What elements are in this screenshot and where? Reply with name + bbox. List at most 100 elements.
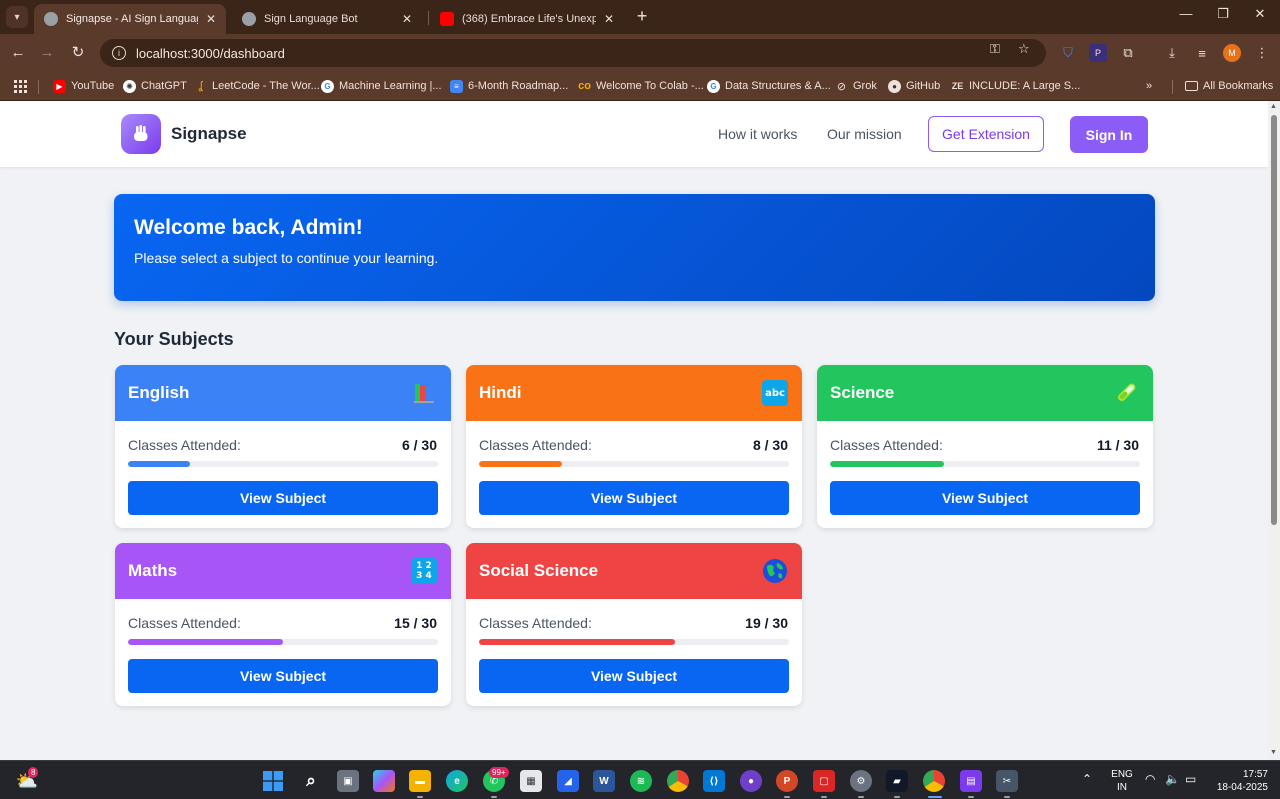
close-icon[interactable]: ✕ <box>604 12 614 26</box>
whatsapp-badge: 99+ <box>489 767 509 778</box>
browser-tab-youtube[interactable]: (368) Embrace Life's Unexpecte ✕ <box>430 4 624 34</box>
battery-icon[interactable]: ▭ <box>1185 773 1196 786</box>
p-extension-icon[interactable]: P <box>1089 44 1107 62</box>
forward-icon[interactable]: → <box>37 43 57 63</box>
progress-fill <box>830 461 944 467</box>
nav-link-how-it-works[interactable]: How it works <box>718 126 797 142</box>
view-subject-button[interactable]: View Subject <box>479 659 789 693</box>
chatgpt-icon: ✺ <box>123 79 136 93</box>
subject-card-social-science: Social Science Classes Attended: 19 / 30… <box>466 543 802 706</box>
address-bar[interactable]: i localhost:3000/dashboard <box>100 39 1046 67</box>
back-icon[interactable]: ← <box>8 43 28 63</box>
all-bookmarks-folder[interactable]: All Bookmarks <box>1185 77 1273 95</box>
shield-extension-icon[interactable]: ⛉ <box>1059 44 1077 62</box>
task-view-icon[interactable]: ▣ <box>337 770 359 792</box>
volume-icon[interactable]: 🔈 <box>1165 773 1180 786</box>
scroll-down-icon[interactable]: ▼ <box>1270 749 1277 756</box>
vscode-icon[interactable]: ⟨⟩ <box>703 770 725 792</box>
wifi-icon[interactable]: ◠ <box>1145 773 1155 786</box>
view-subject-button[interactable]: View Subject <box>128 659 438 693</box>
red-app-icon[interactable]: ▢ <box>813 770 835 792</box>
sign-in-button[interactable]: Sign In <box>1070 116 1148 153</box>
bookmark-chatgpt[interactable]: ✺ ChatGPT <box>123 77 187 95</box>
card-header: Maths 1 23 4 <box>115 543 451 599</box>
browser-tab-sign-language-bot[interactable]: Sign Language Bot ✕ <box>232 4 422 34</box>
progress-fill <box>479 461 562 467</box>
nav-link-our-mission[interactable]: Our mission <box>827 126 902 142</box>
github-icon: ● <box>888 79 901 93</box>
clock[interactable]: 17:57 18-04-2025 <box>1210 768 1268 794</box>
leetcode-icon: ʆ <box>198 80 203 92</box>
bookmark-machine-learning[interactable]: G Machine Learning |... <box>321 77 442 95</box>
download-icon[interactable]: ⤓ <box>1163 44 1181 62</box>
progress-bar <box>128 639 438 645</box>
apps-grid-icon[interactable] <box>14 77 27 95</box>
get-extension-button[interactable]: Get Extension <box>928 116 1044 152</box>
powerpoint-icon[interactable]: P <box>776 770 798 792</box>
extensions-puzzle-icon[interactable]: ⧉ <box>1119 44 1137 62</box>
view-subject-button[interactable]: View Subject <box>479 481 789 515</box>
bookmark-colab[interactable]: co Welcome To Colab -... <box>578 77 704 95</box>
window-close-icon[interactable]: ✕ <box>1250 6 1270 22</box>
bookmark-star-icon[interactable]: ☆ <box>1018 41 1030 57</box>
winrar-icon[interactable]: ▤ <box>960 770 982 792</box>
bookmark-github[interactable]: ● GitHub <box>888 77 940 95</box>
edge-icon[interactable]: e <box>446 770 468 792</box>
more-bookmarks-icon[interactable]: » <box>1146 77 1152 95</box>
bookmark-include[interactable]: ZE INCLUDE: A Large S... <box>951 77 1081 95</box>
close-icon[interactable]: ✕ <box>402 12 412 26</box>
classes-attended-count: 8 / 30 <box>752 437 788 453</box>
close-icon[interactable]: ✕ <box>206 12 216 26</box>
classes-attended-label: Classes Attended: <box>128 615 241 631</box>
more-menu-icon[interactable]: ⋮ <box>1253 44 1271 62</box>
browser-toolbar: ← → ↻ i localhost:3000/dashboard ⚿ ☆ ⛉ P… <box>0 34 1280 72</box>
cursor-app-icon[interactable]: ◢ <box>557 770 579 792</box>
bookmark-label: GitHub <box>906 80 941 92</box>
github-desktop-icon[interactable]: ● <box>740 770 762 792</box>
bookmark-leetcode[interactable]: ʆ LeetCode - The Wor... <box>194 77 320 95</box>
view-subject-button[interactable]: View Subject <box>128 481 438 515</box>
bookmark-roadmap[interactable]: ≡ 6-Month Roadmap... <box>450 77 568 95</box>
running-indicator <box>491 796 497 798</box>
windows-start-icon[interactable] <box>262 770 284 792</box>
tab-title: Sign Language Bot <box>264 13 358 25</box>
scroll-up-icon[interactable]: ▲ <box>1270 103 1277 110</box>
minimize-icon[interactable]: — <box>1176 6 1196 21</box>
show-hidden-icons-icon[interactable]: ⌃ <box>1082 773 1092 786</box>
settings-gear-icon[interactable]: ⚙ <box>850 770 872 792</box>
language-indicator[interactable]: ENG IN <box>1108 768 1136 794</box>
signapse-logo[interactable] <box>121 114 161 154</box>
new-tab-icon[interactable]: + <box>632 6 652 26</box>
browser-tab-signapse[interactable]: Signapse - AI Sign Language Tr ✕ <box>34 4 226 34</box>
tab-search-icon[interactable]: ▾ <box>6 6 28 28</box>
store-icon[interactable]: ▦ <box>520 770 542 792</box>
password-key-icon[interactable]: ⚿ <box>990 41 1000 57</box>
scrollbar-thumb[interactable] <box>1271 115 1277 525</box>
chrome-profile-icon[interactable] <box>923 770 945 792</box>
page-scrollbar[interactable]: ▲ ▼ <box>1268 101 1280 760</box>
search-icon[interactable]: ⌕ <box>300 770 322 792</box>
reload-icon[interactable]: ↻ <box>68 43 88 63</box>
profile-avatar[interactable]: M <box>1223 44 1241 62</box>
snipping-tool-icon[interactable]: ✂ <box>996 770 1018 792</box>
chrome-icon[interactable] <box>667 770 689 792</box>
reading-list-icon[interactable]: ≡ <box>1193 44 1211 62</box>
subject-card-hindi: Hindi abc Classes Attended: 8 / 30 View … <box>466 365 802 528</box>
word-icon[interactable]: W <box>593 770 615 792</box>
grok-icon: ⊘ <box>836 80 847 93</box>
spotify-icon[interactable]: ≋ <box>630 770 652 792</box>
file-explorer-icon[interactable]: ▬ <box>409 770 431 792</box>
site-info-icon[interactable]: i <box>112 46 126 60</box>
copilot-icon[interactable] <box>373 770 395 792</box>
bookmark-data-structures[interactable]: G Data Structures & A... <box>707 77 831 95</box>
bookmarks-bar: ▶ YouTube ✺ ChatGPT ʆ LeetCode - The Wor… <box>0 72 1280 101</box>
brand-name[interactable]: Signapse <box>171 124 247 144</box>
view-subject-button[interactable]: View Subject <box>830 481 1140 515</box>
subjects-heading: Your Subjects <box>114 329 234 349</box>
restore-icon[interactable]: ❐ <box>1213 6 1233 22</box>
date-text: 18-04-2025 <box>1216 782 1268 793</box>
active-indicator <box>928 796 942 798</box>
bookmark-youtube[interactable]: ▶ YouTube <box>53 77 114 95</box>
terminal-icon[interactable]: ▰ <box>886 770 908 792</box>
bookmark-grok[interactable]: ⊘ Grok <box>835 77 877 95</box>
